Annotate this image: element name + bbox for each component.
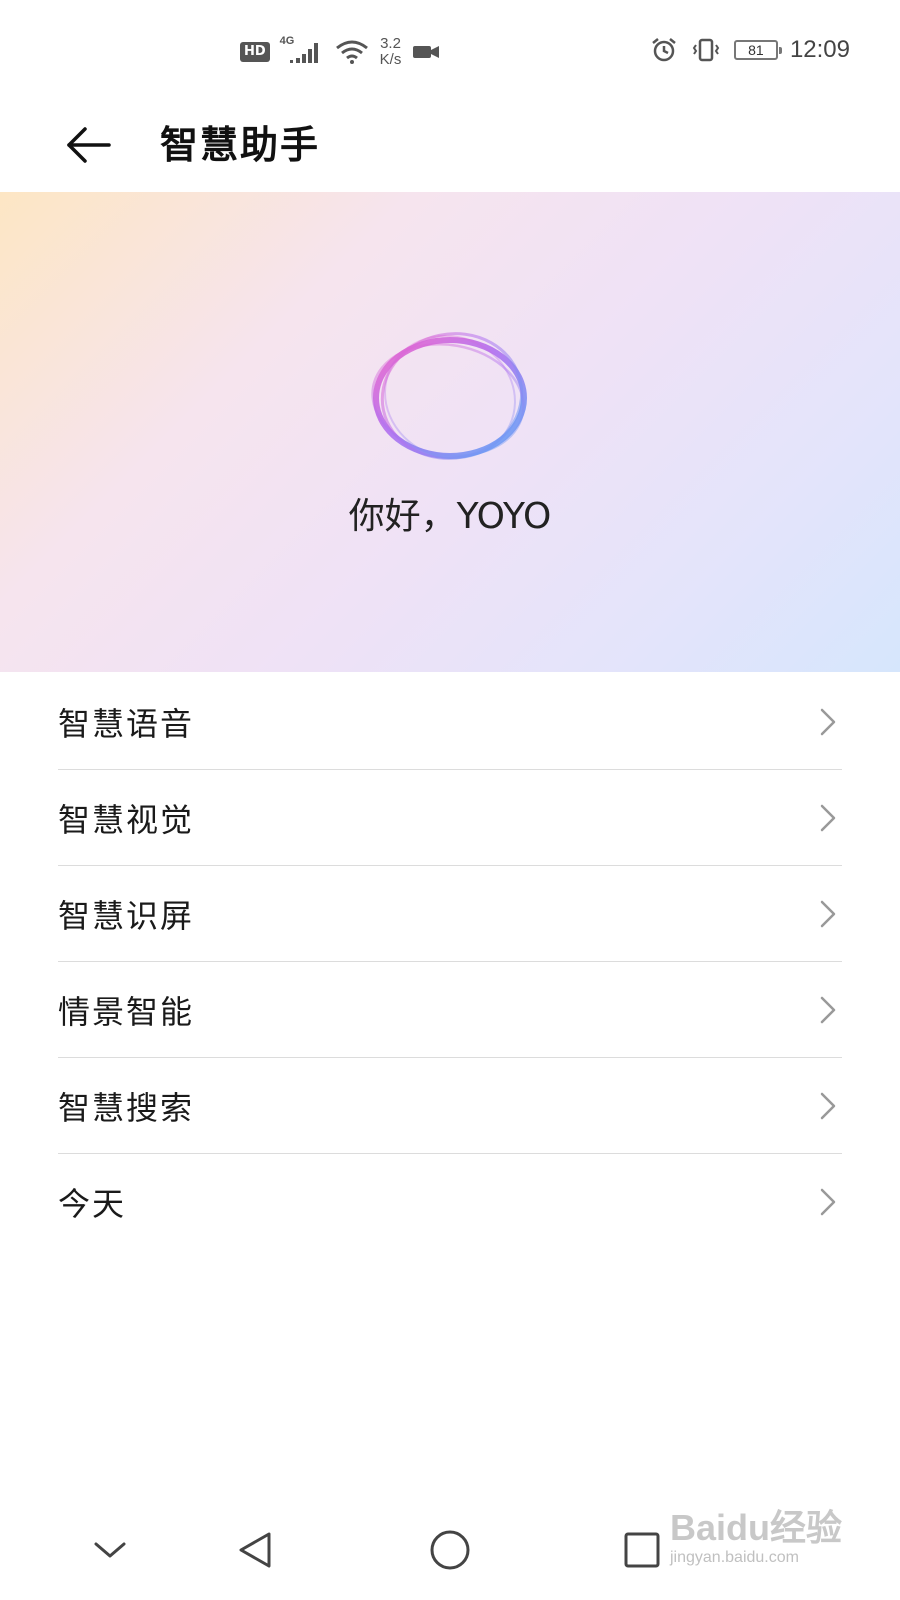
status-time: 12:09 [789,36,850,63]
watermark-logo: Baidu经验 [670,1507,843,1548]
greeting-text: 你好，YOYO [348,496,552,537]
list-item-smart-vision[interactable]: 智慧视觉 [58,770,842,866]
nav-back-button[interactable] [225,1520,285,1580]
list-item-label: 智慧视觉 [58,801,195,839]
nav-recents-button[interactable] [612,1520,672,1580]
nav-collapse-button[interactable] [80,1520,140,1580]
list-item-label: 智慧语音 [58,705,195,743]
list-item-smart-screen-recognition[interactable]: 智慧识屏 [58,866,842,962]
nav-home-button[interactable] [420,1520,480,1580]
status-bar-right-group: 81 12:09 [650,36,850,64]
chevron-right-icon [818,803,838,833]
list-item-label: 智慧识屏 [58,897,195,935]
speed-unit: K/s [379,51,402,68]
speed-value: 3.2 [380,35,401,52]
list-item-label: 智慧搜索 [58,1089,195,1127]
list-item-smart-voice[interactable]: 智慧语音 [58,674,842,770]
list-item-smart-search[interactable]: 智慧搜索 [58,1058,842,1154]
home-circle-icon [428,1528,472,1572]
status-bar-left-group: HD 4G 3.2 K/s [240,35,441,68]
baidu-watermark: Baidu经验 jingyan.baidu.com [670,1508,860,1588]
list-item-label: 情景智能 [58,993,195,1031]
hd-icon: HD [240,42,270,62]
network-speed: 3.2 K/s [380,36,402,68]
screen: HD 4G 3.2 K/s 81 12:09 智慧助手 你好，YOYO 智慧语音… [0,0,900,1600]
voice-orb-icon[interactable] [360,322,540,472]
battery-icon: 81 [733,40,782,60]
list-item-scene-intelligence[interactable]: 情景智能 [58,962,842,1058]
battery-level: 81 [748,42,764,58]
app-header: 智慧助手 [0,100,900,190]
arrow-left-icon [63,125,113,165]
chevron-right-icon [818,1187,838,1217]
alarm-icon [650,36,678,64]
watermark-url: jingyan.baidu.com [670,1549,799,1566]
status-bar: HD 4G 3.2 K/s 81 12:09 [0,0,900,100]
chevron-right-icon [818,995,838,1025]
hero-banner: 你好，YOYO [0,192,900,672]
camera-icon [411,42,441,62]
recents-square-icon [622,1530,662,1570]
list-item-label: 今天 [58,1185,127,1223]
chevron-right-icon [818,899,838,929]
vibrate-icon [690,37,722,63]
page-title: 智慧助手 [160,123,321,167]
chevron-right-icon [818,1091,838,1121]
settings-list: 智慧语音 智慧视觉 智慧识屏 情景智能 智慧搜索 今天 [0,674,900,1250]
back-button[interactable] [58,120,118,170]
list-item-today[interactable]: 今天 [58,1154,842,1250]
wifi-icon [334,39,370,65]
chevron-right-icon [818,707,838,737]
chevron-down-icon [92,1538,128,1562]
signal-icon: 4G [280,35,324,65]
back-triangle-icon [235,1530,275,1570]
